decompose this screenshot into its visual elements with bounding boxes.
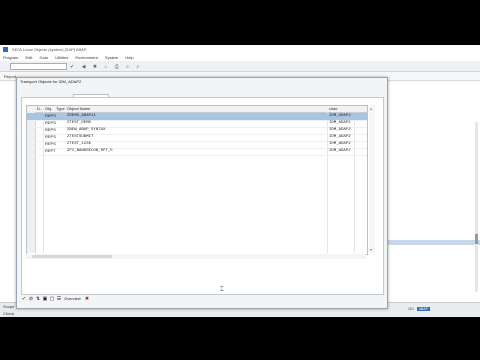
overview-icon[interactable]: ☰ — [56, 296, 62, 302]
status-system-info: 110 ABAP — [408, 307, 430, 311]
status-client: 110 — [408, 307, 414, 311]
text-cursor-icon: ⌶ — [220, 287, 224, 293]
menu-goto[interactable]: Goto — [40, 55, 49, 60]
scroll-up-icon[interactable]: ▴ — [370, 106, 372, 111]
cell-user: IDM_ADAP2 — [329, 149, 351, 153]
sort-icon[interactable]: ⇅ — [35, 296, 41, 302]
editor-background — [388, 82, 480, 302]
scroll-down-icon[interactable]: ▾ — [370, 247, 372, 252]
menu-utilities[interactable]: Utilities — [55, 55, 68, 60]
confirm-check-icon[interactable]: ✔ — [21, 296, 27, 302]
col-header-object-name[interactable]: Object Name — [67, 106, 90, 112]
table-vertical-scrollbar[interactable]: ▴ ▾ — [369, 105, 375, 253]
menu-program[interactable]: Program — [3, 55, 18, 60]
objects-table: D.. Obj. Type Object Name User REPS ZDEM… — [26, 105, 368, 255]
menu-help[interactable]: Help — [125, 55, 133, 60]
menu-edit[interactable]: Edit — [25, 55, 32, 60]
cell-user: IDM_ADAP2 — [329, 142, 351, 146]
standard-toolbar: ✔ ◀ ✖ ⌂ ⎙ ⌕ ⌕ — [0, 61, 480, 72]
col-header-obj[interactable]: Obj. — [45, 106, 52, 112]
col-header-user[interactable]: User — [329, 106, 337, 112]
col-header-d[interactable]: D.. — [37, 106, 42, 112]
command-field[interactable] — [10, 63, 67, 70]
cell-object-name: ZTEST_1235 — [67, 142, 92, 146]
menu-system[interactable]: System — [105, 55, 118, 60]
cell-type: REPS — [45, 134, 56, 139]
menu-bar: Program Edit Goto Utilities Environment … — [0, 54, 480, 61]
col-header-type[interactable]: Type — [56, 106, 65, 112]
dialog-tabs: Transportable ObjectsLocal objects — [21, 88, 110, 104]
status-line-2: Check — [3, 311, 15, 316]
app-title: Report — [4, 74, 17, 79]
cancel-icon[interactable]: ✖ — [84, 296, 90, 302]
status-system: ABAP — [416, 307, 430, 311]
dialog-footer-toolbar: ✔ ⊘ ⇅ ▣ ▢ ☰ Overview ✖ — [21, 296, 91, 304]
status-line-1: Scope — [3, 304, 15, 309]
cell-object-name: ZDEMO_ABAP11 — [67, 114, 96, 118]
local-objects-panel: D.. Obj. Type Object Name User REPS ZDEM… — [21, 97, 384, 295]
cell-object-name: ZFI_BANKRECON_RPT_5 — [67, 149, 113, 153]
cell-user: IDM_ADAP2 — [329, 128, 351, 132]
editor-highlight-line — [388, 240, 480, 245]
cell-object-name: ZTESTSUBMIT — [67, 135, 94, 139]
cell-user: IDM_ADAP2 — [329, 121, 351, 125]
cell-type: REPS — [45, 141, 56, 146]
filter-icon[interactable]: ⊘ — [28, 296, 34, 302]
window-titlebar: SE03 Local Objects (system) [SAP] ABAP — [0, 45, 480, 54]
cell-type: REPT — [45, 148, 56, 153]
sap-screen: SE03 Local Objects (system) [SAP] ABAP P… — [0, 45, 480, 317]
table-horizontal-scrollbar[interactable] — [26, 254, 366, 259]
table-header: D.. Obj. Type Object Name User — [27, 106, 367, 113]
transport-objects-dialog: Transport Objects for IDM_ADAP2 Transpor… — [16, 77, 388, 309]
window-title: SE03 Local Objects (system) [SAP] ABAP — [12, 47, 87, 52]
horizontal-scrollbar-thumb[interactable] — [32, 255, 112, 258]
deselect-all-icon[interactable]: ▢ — [49, 296, 55, 302]
cell-type: REPS — [45, 113, 56, 118]
menu-environment[interactable]: Environment — [75, 55, 97, 60]
editor-scrollbar[interactable] — [475, 122, 478, 292]
select-all-icon[interactable]: ▣ — [42, 296, 48, 302]
sap-logo-icon — [3, 47, 8, 52]
cell-object-name: ZTEST_DEMO — [67, 121, 92, 125]
cell-user: IDM_ADAP2 — [329, 114, 351, 118]
cell-object-name: ZNEW_ABAP_SYNTAX — [67, 128, 106, 132]
overview-button[interactable]: Overview — [64, 296, 81, 301]
cell-type: REPS — [45, 120, 56, 125]
table-row[interactable]: REPT ZFI_BANKRECON_RPT_5 IDM_ADAP2 — [27, 148, 367, 156]
cell-user: IDM_ADAP2 — [329, 135, 351, 139]
dialog-title: Transport Objects for IDM_ADAP2 — [20, 79, 82, 84]
editor-scrollbar-thumb[interactable] — [475, 234, 478, 244]
toolbar-icons[interactable]: ✔ ◀ ✖ ⌂ ⎙ ⌕ ⌕ — [70, 64, 142, 70]
cell-type: REPS — [45, 127, 56, 132]
